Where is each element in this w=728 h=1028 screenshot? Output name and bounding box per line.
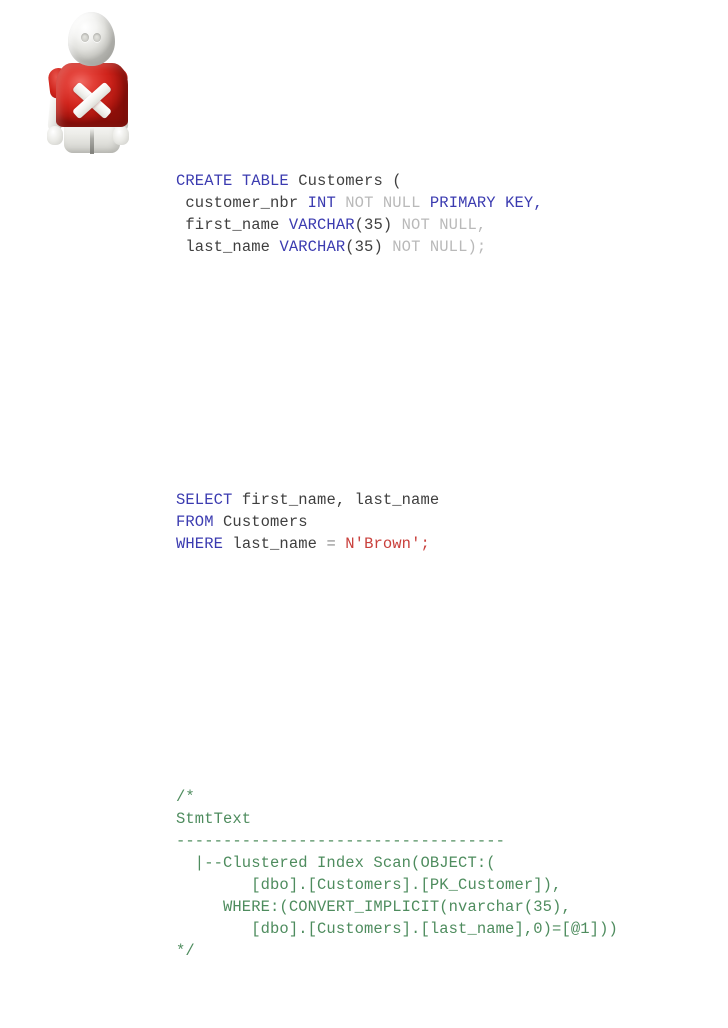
keyword-table: TABLE <box>241 172 289 190</box>
keyword-where: WHERE <box>176 535 224 553</box>
mascot-head <box>68 12 115 66</box>
constraint-not-null: NOT NULL, <box>401 216 487 234</box>
type-varchar: VARCHAR <box>279 238 346 256</box>
constraint-not-null: NOT NULL <box>345 194 421 212</box>
plan-line-object-pk: [dbo].[Customers].[PK_Customer]), <box>176 876 562 894</box>
plan-line-clustered-index-scan: |--Clustered Index Scan(OBJECT:( <box>176 854 496 872</box>
execution-plan-comment: /* StmtText ------------------------------… <box>176 786 724 962</box>
mascot-hand-right <box>113 126 129 145</box>
x-mark-icon <box>70 80 114 120</box>
identifier-table-name: Customers <box>298 172 383 190</box>
type-size: (35) <box>354 216 393 234</box>
code-line: SELECT first_name, last_name <box>176 489 724 511</box>
mascot-leg-divider <box>90 128 94 154</box>
select-column-list: first_name, last_name <box>241 491 440 509</box>
string-literal-brown: N'Brown'; <box>345 535 430 553</box>
plan-line-predicate: [dbo].[Customers].[last_name],0)=[@1])) <box>176 920 618 938</box>
code-line: CREATE TABLE Customers ( <box>176 170 724 192</box>
code-line: FROM Customers <box>176 511 724 533</box>
code-line: WHERE last_name = N'Brown'; <box>176 533 724 555</box>
keyword-select: SELECT <box>176 491 233 509</box>
column-first-name: first_name <box>185 216 280 234</box>
column-last-name: last_name <box>185 238 271 256</box>
plan-line-where-convert-implicit: WHERE:(CONVERT_IMPLICIT(nvarchar(35), <box>176 898 571 916</box>
mascot-figure-red-x-shirt <box>22 4 154 156</box>
where-column: last_name <box>232 535 318 553</box>
type-int: INT <box>307 194 336 212</box>
code-line: last_name VARCHAR(35) NOT NULL); <box>176 236 724 258</box>
select-statement: SELECT first_name, last_name FROM Custome… <box>176 489 724 555</box>
keyword-from: FROM <box>176 513 214 531</box>
stmttext-header: StmtText <box>176 810 252 828</box>
mascot-hand-left <box>47 126 63 145</box>
constraint-not-null: NOT NULL); <box>392 238 487 256</box>
operator-equals: = <box>326 535 336 553</box>
keyword-create: CREATE <box>176 172 233 190</box>
column-customer-nbr: customer_nbr <box>185 194 299 212</box>
comment-open: /* <box>176 788 195 806</box>
mascot-eye-left <box>81 33 89 42</box>
slide-canvas: CREATE TABLE Customers ( customer_nbr IN… <box>0 0 728 960</box>
type-varchar: VARCHAR <box>288 216 355 234</box>
open-paren: ( <box>382 172 402 190</box>
separator-rule: ----------------------------------- <box>176 832 506 850</box>
comment-close: */ <box>176 942 195 960</box>
mascot-eye-right <box>93 33 101 42</box>
from-table-name: Customers <box>223 513 308 531</box>
create-table-statement: CREATE TABLE Customers ( customer_nbr IN… <box>176 170 724 258</box>
type-size: (35) <box>345 238 383 256</box>
constraint-primary-key: PRIMARY KEY <box>429 194 534 212</box>
code-line: customer_nbr INT NOT NULL PRIMARY KEY, <box>185 194 543 212</box>
code-line: first_name VARCHAR(35) NOT NULL, <box>176 214 724 236</box>
sql-code-listing: CREATE TABLE Customers ( customer_nbr IN… <box>176 82 724 1028</box>
